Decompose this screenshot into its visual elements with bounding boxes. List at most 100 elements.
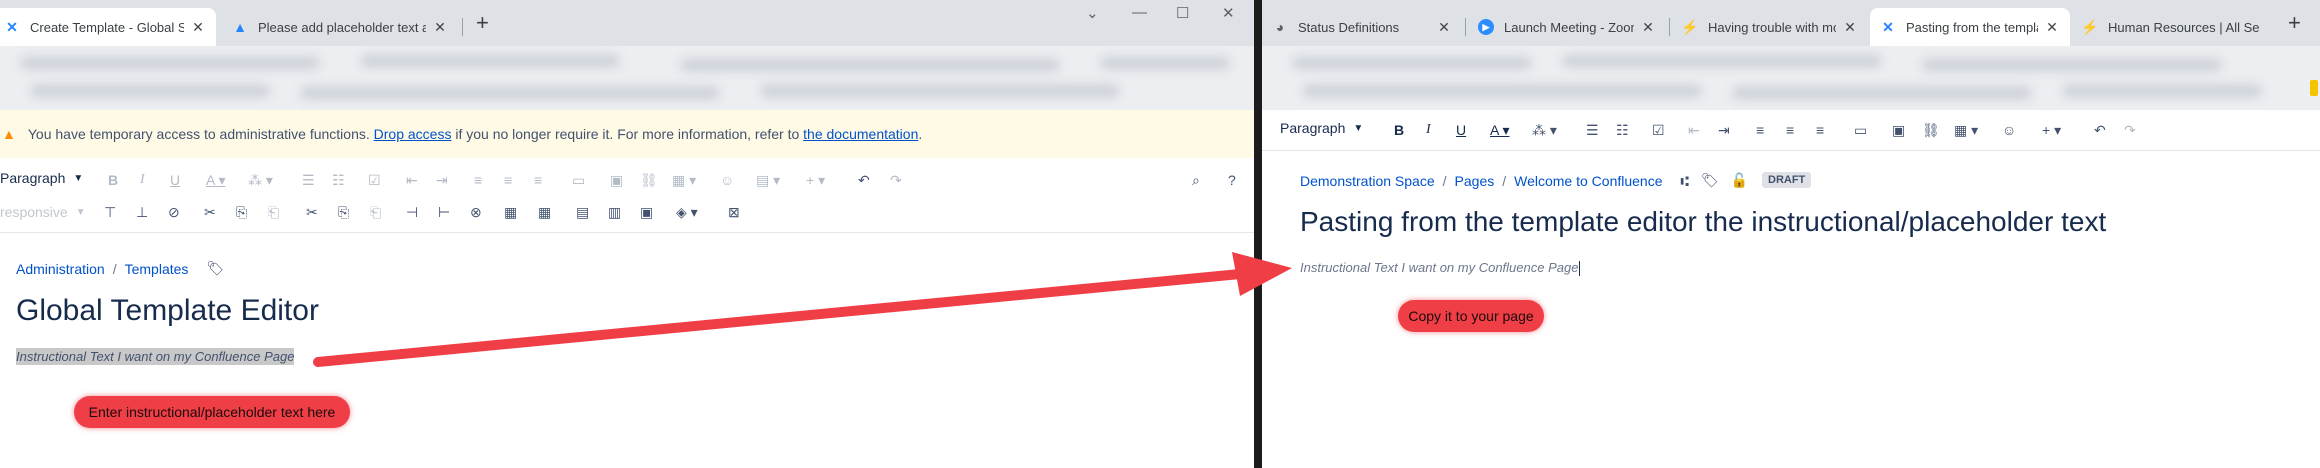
close-tab-icon[interactable]: ✕: [2044, 19, 2060, 36]
label-icon[interactable]: 🏷: [1701, 172, 1719, 189]
insert-column-left-icon[interactable]: ⊣: [406, 200, 418, 224]
tab-having-trouble[interactable]: ⚡ Having trouble with mob ✕: [1672, 8, 1868, 46]
breadcrumb-pages[interactable]: Pages: [1455, 173, 1495, 189]
page-title[interactable]: Pasting from the template editor the ins…: [1300, 206, 2106, 238]
table-icon[interactable]: ▦ ▾: [1954, 118, 1978, 142]
close-tab-icon[interactable]: ✕: [190, 19, 206, 36]
numbered-column-icon[interactable]: ▣: [640, 200, 653, 224]
insert-row-below-icon[interactable]: ⊥: [136, 200, 148, 224]
copy-row-icon[interactable]: ⎘: [236, 200, 247, 224]
close-tab-icon[interactable]: ✕: [432, 19, 448, 36]
help-icon[interactable]: ?: [1228, 168, 1236, 192]
italic-icon[interactable]: I: [140, 168, 145, 192]
placeholder-text-selected[interactable]: Instructional Text I want on my Confluen…: [16, 348, 295, 365]
undo-icon[interactable]: ↶: [858, 168, 870, 192]
breadcrumb-demonstration-space[interactable]: Demonstration Space: [1300, 173, 1435, 189]
table-icon[interactable]: ▦ ▾: [672, 168, 696, 192]
insert-row-above-icon[interactable]: ⊤: [104, 200, 116, 224]
close-tab-icon[interactable]: ✕: [1640, 19, 1656, 36]
cut-column-icon[interactable]: ✂: [306, 200, 318, 224]
indent-icon[interactable]: ⇥: [436, 168, 448, 192]
bold-icon[interactable]: B: [108, 168, 118, 192]
breadcrumb-templates[interactable]: Templates: [125, 261, 189, 277]
redo-icon[interactable]: ↷: [2124, 118, 2136, 142]
bullet-list-icon[interactable]: ☰: [1586, 118, 1599, 142]
insert-icon[interactable]: + ▾: [806, 168, 825, 192]
split-cells-icon[interactable]: ▦: [538, 200, 551, 224]
insert-icon[interactable]: + ▾: [2042, 118, 2061, 142]
drop-access-link[interactable]: Drop access: [374, 126, 452, 142]
find-replace-icon[interactable]: ⌕: [1192, 168, 1200, 192]
italic-icon[interactable]: I: [1426, 118, 1431, 142]
align-left-icon[interactable]: ≡: [1756, 118, 1764, 142]
more-formatting-icon[interactable]: ⁂ ▾: [1532, 118, 1557, 142]
more-formatting-icon[interactable]: ⁂ ▾: [248, 168, 273, 192]
tab-status-definitions[interactable]: ◕ Status Definitions ✕: [1262, 8, 1462, 46]
delete-column-icon[interactable]: ⊗: [470, 200, 482, 224]
tab-search-icon[interactable]: ⌄: [1086, 4, 1099, 22]
tab-human-resources[interactable]: ⚡ Human Resources | All Se: [2072, 8, 2272, 46]
insert-column-right-icon[interactable]: ⊢: [438, 200, 450, 224]
close-tab-icon[interactable]: ✕: [1842, 19, 1858, 36]
restrictions-icon[interactable]: 🔓: [1731, 172, 1748, 189]
align-center-icon[interactable]: ≡: [504, 168, 512, 192]
paragraph-format-select[interactable]: Paragraph ▼: [1280, 120, 1363, 136]
numbered-list-icon[interactable]: ☷: [1616, 118, 1629, 142]
delete-table-icon[interactable]: ⊠: [728, 200, 740, 224]
layout-icon[interactable]: ▭: [1854, 118, 1867, 142]
text-color-icon[interactable]: A ▾: [1490, 118, 1509, 142]
emoji-icon[interactable]: ☺: [2002, 118, 2016, 142]
documentation-link[interactable]: the documentation: [803, 126, 918, 142]
copy-column-icon[interactable]: ⎘: [338, 200, 349, 224]
paste-column-icon[interactable]: ⎗: [370, 200, 381, 224]
layout-icon[interactable]: ▭: [572, 168, 585, 192]
cell-background-icon[interactable]: ◈ ▾: [676, 200, 698, 224]
extension-icon[interactable]: [2310, 80, 2318, 96]
header-row-icon[interactable]: ▤: [576, 200, 589, 224]
merge-cells-icon[interactable]: ▦: [504, 200, 517, 224]
redo-icon[interactable]: ↷: [890, 168, 902, 192]
paste-row-icon[interactable]: ⎗: [268, 200, 279, 224]
close-window-button[interactable]: ✕: [1222, 4, 1235, 22]
indent-icon[interactable]: ⇥: [1718, 118, 1730, 142]
delete-row-icon[interactable]: ⊘: [168, 200, 180, 224]
placeholder-text[interactable]: Instructional Text I want on my Confluen…: [1300, 260, 1581, 277]
link-icon[interactable]: ⛓: [640, 168, 658, 192]
header-column-icon[interactable]: ▥: [608, 200, 621, 224]
task-list-icon[interactable]: ☑: [368, 168, 381, 192]
task-list-icon[interactable]: ☑: [1652, 118, 1665, 142]
tab-launch-meeting[interactable]: ▶ Launch Meeting - Zoom ✕: [1468, 8, 1666, 46]
minimize-button[interactable]: —: [1132, 4, 1147, 21]
emoji-icon[interactable]: ☺: [720, 168, 734, 192]
bold-icon[interactable]: B: [1394, 118, 1404, 142]
new-tab-button[interactable]: +: [476, 12, 489, 34]
tab-pasting-from-template[interactable]: ✕ Pasting from the templat ✕: [1870, 8, 2070, 46]
page-title[interactable]: Global Template Editor: [16, 294, 319, 328]
align-right-icon[interactable]: ≡: [534, 168, 542, 192]
underline-icon[interactable]: U: [170, 168, 180, 192]
breadcrumb-welcome[interactable]: Welcome to Confluence: [1514, 173, 1662, 189]
label-icon[interactable]: 🏷: [206, 260, 224, 277]
image-icon[interactable]: ▣: [1892, 118, 1905, 142]
outdent-icon[interactable]: ⇤: [1688, 118, 1700, 142]
close-tab-icon[interactable]: ✕: [1436, 19, 1452, 36]
template-icon[interactable]: ▤ ▾: [756, 168, 780, 192]
outdent-icon[interactable]: ⇤: [406, 168, 418, 192]
align-left-icon[interactable]: ≡: [474, 168, 482, 192]
tab-placeholder-text[interactable]: ▲ Please add placeholder text as a ✕: [222, 8, 458, 46]
maximize-button[interactable]: ☐: [1176, 4, 1189, 22]
new-tab-button[interactable]: +: [2288, 12, 2301, 34]
text-color-icon[interactable]: A ▾: [206, 168, 225, 192]
page-tree-icon[interactable]: ⑆: [1681, 173, 1689, 189]
align-right-icon[interactable]: ≡: [1816, 118, 1824, 142]
paragraph-format-select[interactable]: Paragraph ▼: [0, 170, 83, 186]
cut-row-icon[interactable]: ✂: [204, 200, 216, 224]
link-icon[interactable]: ⛓: [1922, 118, 1940, 142]
breadcrumb-administration[interactable]: Administration: [16, 261, 105, 277]
undo-icon[interactable]: ↶: [2094, 118, 2106, 142]
table-width-select[interactable]: responsive ▼: [0, 204, 86, 220]
underline-icon[interactable]: U: [1456, 118, 1466, 142]
image-icon[interactable]: ▣: [610, 168, 623, 192]
tab-create-template[interactable]: ✕ Create Template - Global Site ✕: [0, 8, 216, 46]
align-center-icon[interactable]: ≡: [1786, 118, 1794, 142]
